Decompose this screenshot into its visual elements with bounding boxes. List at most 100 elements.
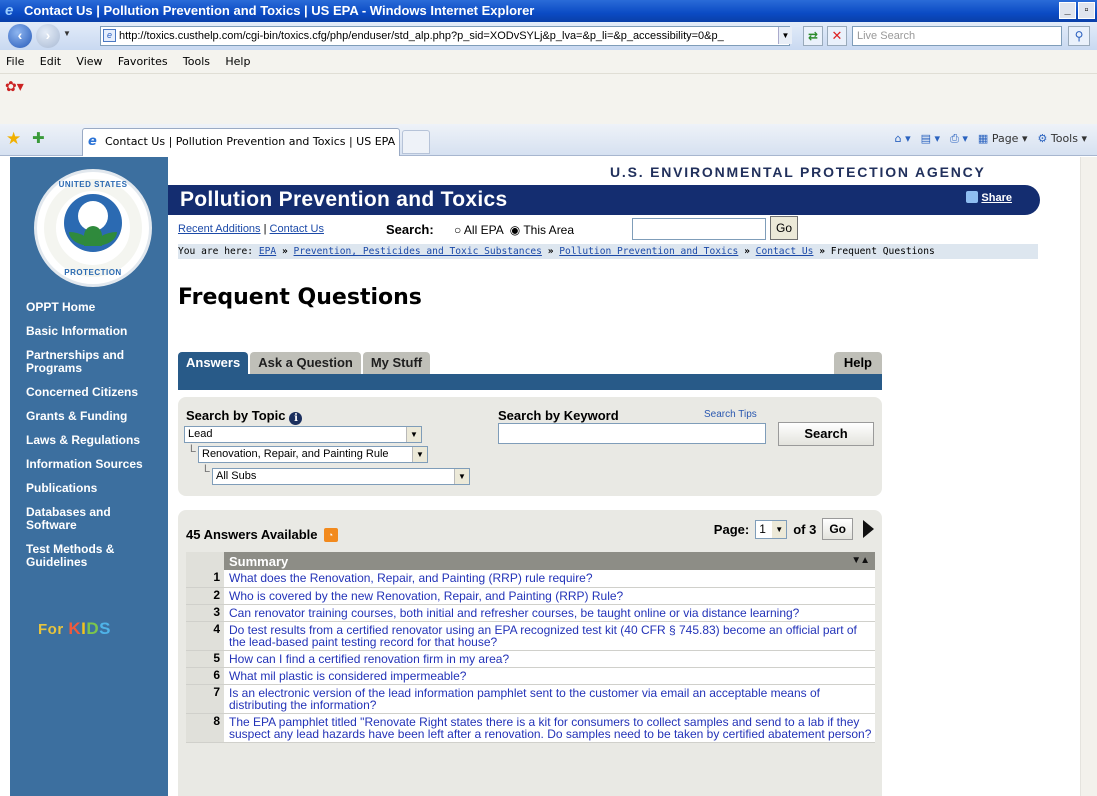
sidebar-item-basic-information[interactable]: Basic Information bbox=[26, 325, 176, 338]
info-icon[interactable]: i bbox=[289, 412, 303, 425]
site-search-input[interactable] bbox=[632, 218, 766, 240]
sidebar-item-databases[interactable]: Databases and Software bbox=[26, 506, 126, 532]
seal-emblem bbox=[64, 194, 122, 252]
contact-us-link[interactable]: Contact Us bbox=[270, 223, 324, 235]
sidebar-item-information-sources[interactable]: Information Sources bbox=[26, 458, 176, 471]
for-kids-link[interactable]: For KIDS bbox=[38, 619, 111, 639]
sidebar-item-oppt-home[interactable]: OPPT Home bbox=[26, 301, 176, 314]
rss-icon[interactable]: ◔ bbox=[323, 528, 338, 542]
recent-pages-dropdown-icon[interactable]: ▼ bbox=[63, 29, 71, 38]
new-tab-button[interactable] bbox=[402, 130, 430, 154]
topic-select[interactable]: Lead ▼ bbox=[184, 426, 422, 443]
tabstrip: Answers Ask a Question My Stuff bbox=[178, 352, 431, 374]
breadcrumb-contact[interactable]: Contact Us bbox=[756, 246, 814, 257]
tools-menu[interactable]: ⚙ Tools ▾ bbox=[1037, 132, 1087, 146]
menu-view[interactable]: View bbox=[68, 50, 102, 68]
site-search-go-button[interactable]: Go bbox=[770, 216, 798, 240]
banner-title[interactable]: Pollution Prevention and Toxics bbox=[180, 188, 507, 212]
table-row: 4 Do test results from a certified renova… bbox=[186, 621, 875, 651]
print-icon[interactable]: ⎙ ▾ bbox=[950, 132, 968, 146]
sidebar-item-concerned-citizens[interactable]: Concerned Citizens bbox=[26, 386, 176, 399]
row-number: 3 bbox=[186, 604, 224, 622]
add-to-favorites-icon[interactable]: ✚ bbox=[32, 130, 45, 148]
page-icon: ▦ bbox=[977, 132, 989, 145]
next-page-icon[interactable] bbox=[863, 520, 874, 538]
chevron-down-icon: ▼ bbox=[412, 447, 427, 462]
epa-seal-logo[interactable]: UNITED STATES PROTECTION bbox=[34, 169, 152, 287]
window-controls: _ ▫ bbox=[1059, 2, 1095, 19]
subtopic-select[interactable]: Renovation, Repair, and Painting Rule ▼ bbox=[198, 446, 428, 463]
favorites-center-icon[interactable]: ★ bbox=[6, 130, 21, 148]
breadcrumb: You are here: EPA » Prevention, Pesticid… bbox=[178, 244, 1038, 259]
search-icon[interactable]: ⚲ bbox=[1068, 26, 1090, 46]
table-row: 2 Who is covered by the new Renovation, R… bbox=[186, 587, 875, 605]
page-go-button[interactable]: Go bbox=[822, 518, 853, 540]
sub-select-value: All Subs bbox=[216, 470, 257, 482]
minimize-button[interactable]: _ bbox=[1059, 2, 1076, 19]
tab-title: Contact Us | Pollution Prevention and To… bbox=[105, 135, 396, 148]
tab-ie-icon: e bbox=[88, 134, 97, 149]
sidebar-item-grants-funding[interactable]: Grants & Funding bbox=[26, 410, 176, 423]
refresh-button[interactable]: ⇄ bbox=[803, 26, 823, 46]
feeds-icon[interactable]: ▤ ▾ bbox=[921, 132, 940, 146]
topic-label-text: Search by Topic bbox=[186, 408, 286, 423]
back-button[interactable]: ‹ bbox=[8, 24, 32, 48]
forward-button[interactable]: › bbox=[36, 24, 60, 48]
sidebar-item-publications[interactable]: Publications bbox=[26, 482, 176, 495]
table-row: 7 Is an electronic version of the lead in… bbox=[186, 684, 875, 714]
recent-additions-link[interactable]: Recent Additions bbox=[178, 223, 261, 235]
summary-column-header[interactable]: Summary ▼▲ bbox=[224, 552, 875, 570]
radio-all-epa[interactable]: ○ bbox=[454, 223, 461, 237]
menu-tools[interactable]: Tools bbox=[175, 50, 210, 68]
messenger-icon[interactable]: ✿▾ bbox=[5, 78, 27, 94]
url-input[interactable]: e http://toxics.custhelp.com/cgi-bin/tox… bbox=[100, 26, 790, 46]
radio-all-epa-label: All EPA bbox=[463, 223, 504, 237]
question-link[interactable]: Do test results from a certified renovat… bbox=[224, 621, 875, 651]
share-label: Share bbox=[981, 192, 1012, 204]
page-select[interactable]: 1 ▼ bbox=[755, 519, 788, 539]
menu-edit[interactable]: Edit bbox=[32, 50, 61, 68]
sub-select[interactable]: All Subs ▼ bbox=[212, 468, 470, 485]
menu-file[interactable]: File bbox=[0, 50, 24, 68]
share-link[interactable]: Share bbox=[966, 191, 1012, 204]
breadcrumb-oppt[interactable]: Pollution Prevention and Toxics bbox=[559, 246, 738, 257]
search-scope: ○ All EPA ◉ This Area bbox=[454, 223, 574, 237]
url-dropdown-icon[interactable]: ▼ bbox=[778, 27, 792, 44]
question-link[interactable]: How can I find a certified renovation fi… bbox=[224, 650, 875, 668]
vertical-scrollbar[interactable] bbox=[1080, 157, 1097, 796]
breadcrumb-epa[interactable]: EPA bbox=[259, 246, 276, 257]
question-link[interactable]: What mil plastic is considered impermeab… bbox=[224, 667, 875, 685]
kids-letter-s: S bbox=[99, 619, 111, 638]
stop-button[interactable]: ✕ bbox=[827, 26, 847, 46]
sidebar-item-test-methods[interactable]: Test Methods & Guidelines bbox=[26, 543, 136, 569]
question-link[interactable]: The EPA pamphlet titled "Renovate Right … bbox=[224, 713, 875, 743]
breadcrumb-ppts[interactable]: Prevention, Pesticides and Toxic Substan… bbox=[294, 246, 542, 257]
question-link[interactable]: What does the Renovation, Repair, and Pa… bbox=[224, 570, 875, 588]
home-icon[interactable]: ⌂ ▾ bbox=[895, 132, 911, 146]
sort-arrows-icon[interactable]: ▼▲ bbox=[851, 555, 870, 566]
tab-answers[interactable]: Answers bbox=[178, 352, 249, 374]
tab-my-stuff[interactable]: My Stuff bbox=[362, 352, 431, 374]
search-button[interactable]: Search bbox=[778, 422, 874, 446]
search-by-keyword-label: Search by Keyword bbox=[498, 408, 619, 423]
question-link[interactable]: Who is covered by the new Renovation, Re… bbox=[224, 587, 875, 605]
tab-ask-question[interactable]: Ask a Question bbox=[250, 352, 361, 374]
search-tips-link[interactable]: Search Tips bbox=[704, 409, 757, 420]
utility-row: Recent Additions | Contact Us Search: ○ … bbox=[178, 216, 1038, 240]
agency-name: U.S. ENVIRONMENTAL PROTECTION AGENCY bbox=[610, 164, 986, 180]
menu-help[interactable]: Help bbox=[217, 50, 250, 68]
chevron-down-icon: ▼ bbox=[406, 427, 421, 442]
sidebar-item-partnerships[interactable]: Partnerships and Programs bbox=[26, 349, 144, 375]
page-menu[interactable]: ▦ Page ▾ bbox=[978, 132, 1028, 146]
keyword-input[interactable] bbox=[498, 423, 766, 444]
browser-tab-active[interactable]: e Contact Us | Pollution Prevention and … bbox=[82, 128, 400, 156]
sidebar-item-laws-regulations[interactable]: Laws & Regulations bbox=[26, 434, 176, 447]
question-link[interactable]: Can renovator training courses, both ini… bbox=[224, 604, 875, 622]
results-panel: 45 Answers Available ◔ Page: 1 ▼ of 3 Go S… bbox=[178, 510, 882, 796]
tab-help[interactable]: Help bbox=[833, 352, 882, 374]
menu-favorites[interactable]: Favorites bbox=[110, 50, 168, 68]
question-link[interactable]: Is an electronic version of the lead inf… bbox=[224, 684, 875, 714]
restore-button[interactable]: ▫ bbox=[1078, 2, 1095, 19]
radio-this-area[interactable]: ◉ bbox=[510, 223, 520, 237]
live-search-input[interactable]: Live Search bbox=[852, 26, 1062, 46]
